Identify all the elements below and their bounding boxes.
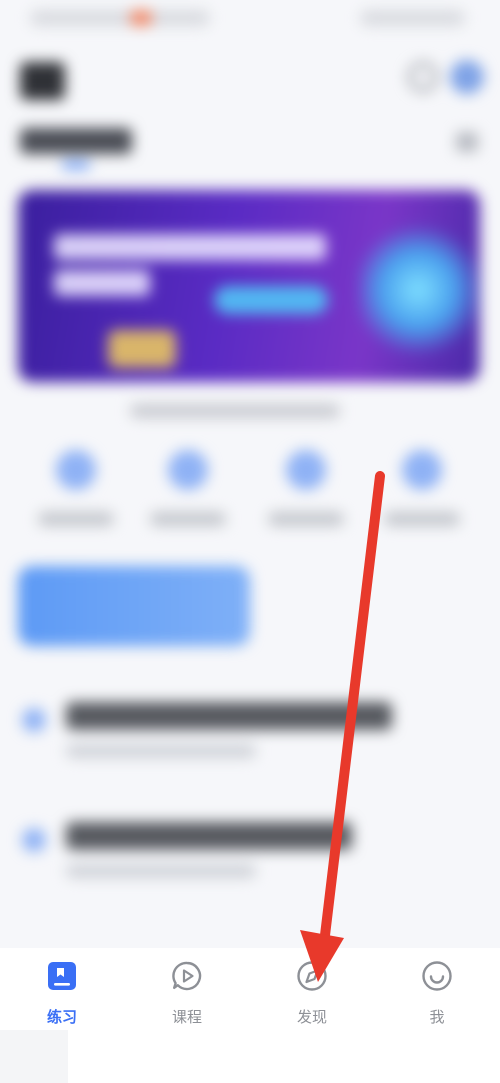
banner-headline-line2 bbox=[54, 270, 150, 296]
quick-entry-icon bbox=[402, 450, 442, 490]
section-more-icon[interactable] bbox=[456, 132, 478, 152]
quick-entry-label bbox=[38, 512, 114, 526]
list-item-subtitle bbox=[66, 744, 256, 758]
quick-entry-icon bbox=[286, 450, 326, 490]
banner-button[interactable] bbox=[214, 286, 328, 314]
list-item-icon bbox=[22, 708, 46, 732]
tab-discover[interactable]: 发现 bbox=[262, 960, 362, 1030]
tab-label: 发现 bbox=[296, 1008, 327, 1026]
promo-banner[interactable] bbox=[18, 190, 480, 382]
status-notification-dot bbox=[130, 10, 152, 26]
section-title[interactable] bbox=[20, 128, 132, 154]
quick-entry-label bbox=[150, 512, 226, 526]
list-item-title bbox=[66, 822, 352, 850]
promo-card[interactable] bbox=[18, 566, 250, 646]
smiley-icon bbox=[422, 961, 452, 991]
banner-badge bbox=[108, 330, 176, 368]
bottom-corner-strip bbox=[0, 1030, 68, 1083]
banner-headline bbox=[54, 234, 326, 260]
tab-me[interactable]: 我 bbox=[387, 960, 487, 1030]
page-title bbox=[20, 62, 65, 100]
quick-entry-1[interactable] bbox=[32, 450, 122, 540]
app-screen: 练习 课程 发现 我 bbox=[0, 0, 500, 1083]
tab-label: 我 bbox=[429, 1008, 445, 1026]
banner-illustration bbox=[358, 220, 478, 360]
section-title-underline bbox=[62, 162, 90, 168]
quick-entry-label bbox=[268, 512, 344, 526]
blurred-content bbox=[0, 0, 500, 1083]
quick-entry-row bbox=[0, 450, 500, 540]
quick-entry-4[interactable] bbox=[378, 450, 468, 540]
quick-entry-icon bbox=[168, 450, 208, 490]
avatar[interactable] bbox=[450, 60, 484, 94]
tab-practice[interactable]: 练习 bbox=[12, 960, 112, 1030]
status-bar bbox=[0, 0, 500, 40]
compass-icon bbox=[297, 961, 327, 991]
play-bubble-icon bbox=[172, 961, 202, 991]
status-bar-left bbox=[30, 10, 210, 26]
list-item[interactable] bbox=[0, 702, 500, 782]
banner-caption bbox=[130, 404, 340, 418]
search-icon[interactable] bbox=[408, 62, 438, 92]
bottom-tab-bar: 练习 课程 发现 我 bbox=[0, 948, 500, 1083]
list-item[interactable] bbox=[0, 822, 500, 902]
tab-label: 课程 bbox=[171, 1008, 202, 1026]
list-item-subtitle bbox=[66, 864, 256, 878]
tab-label: 练习 bbox=[46, 1008, 77, 1026]
status-bar-right bbox=[360, 10, 465, 26]
quick-entry-icon bbox=[56, 450, 96, 490]
quick-entry-2[interactable] bbox=[144, 450, 234, 540]
list-item-icon bbox=[22, 828, 46, 852]
list-item-title bbox=[66, 702, 392, 730]
quick-entry-3[interactable] bbox=[262, 450, 352, 540]
tab-courses[interactable]: 课程 bbox=[137, 960, 237, 1030]
book-icon bbox=[48, 962, 76, 990]
quick-entry-label bbox=[384, 512, 460, 526]
